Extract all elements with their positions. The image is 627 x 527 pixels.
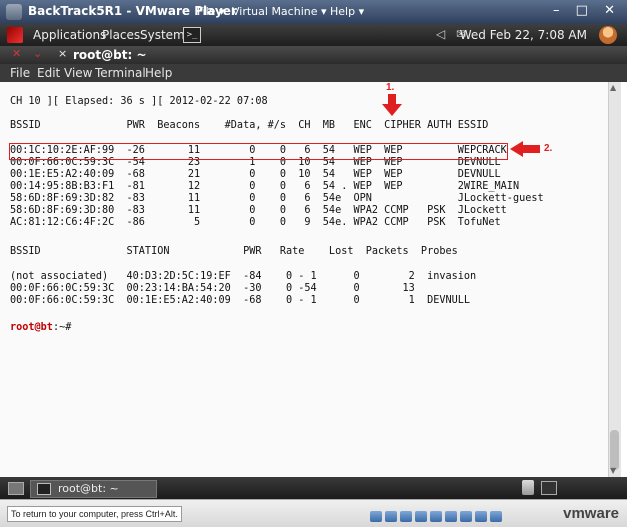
terminal-scrollbar[interactable]: ▲ ▼ <box>608 82 621 477</box>
usb-icon[interactable] <box>415 511 427 522</box>
annotation-arrow-down-icon <box>382 94 402 116</box>
vm-menu-help[interactable]: Help ▾ <box>330 5 364 18</box>
taskbar-terminal-label: root@bt: ~ <box>58 482 119 495</box>
scroll-down-icon[interactable]: ▼ <box>610 466 616 475</box>
release-hint: To return to your computer, press Ctrl+A… <box>7 506 182 522</box>
panel-menu-applications[interactable]: Applications <box>33 28 106 42</box>
message-icon[interactable] <box>490 511 502 522</box>
panel-clock[interactable]: Wed Feb 22, 7:08 AM <box>460 28 587 42</box>
annotation-label-1: 1. <box>386 82 395 93</box>
device-icons <box>370 507 505 522</box>
backtrack-logo-icon[interactable] <box>7 27 23 43</box>
terminal-title: root@bt: ~ <box>73 48 147 62</box>
terminal-line-status: CH 10 ][ Elapsed: 36 s ][ 2012-02-22 07:… <box>10 96 268 107</box>
prompt-user: root@bt <box>10 322 53 333</box>
ap-row: AC:81:12:C6:4F:2C -86 5 0 0 9 54e. WPA2 … <box>10 217 501 228</box>
prompt-path: :~# <box>52 322 72 333</box>
terminal-close-icon[interactable]: ✕ <box>12 47 21 60</box>
shell-prompt: root@bt:~# <box>10 322 71 334</box>
ap-row: 00:1E:E5:A2:40:09 -68 21 0 0 10 54 WEP W… <box>10 169 501 180</box>
vmware-statusbar: To return to your computer, press Ctrl+A… <box>0 499 627 527</box>
vmware-titlebar: BackTrack5R1 - VMware Player File ▾ Virt… <box>0 0 627 24</box>
terminal-menu-icon[interactable]: ⌄ <box>33 47 42 60</box>
ap-row: 00:14:95:8B:B3:F1 -81 12 0 0 6 54 . WEP … <box>10 181 520 192</box>
terminal-launcher-icon[interactable]: >_ <box>183 27 201 43</box>
terminal-menubar: File Edit View Terminal Help <box>0 64 627 82</box>
scroll-up-icon[interactable]: ▲ <box>610 83 616 92</box>
terminal-titlebar: ✕ ⌄ × root@bt: ~ <box>0 46 627 64</box>
network-icon[interactable] <box>400 511 412 522</box>
sound-icon[interactable] <box>430 511 442 522</box>
show-desktop-icon[interactable] <box>8 482 24 495</box>
terminal-menu-view[interactable]: View <box>64 66 92 80</box>
ap-table-header: BSSID PWR Beacons #Data, #/s CH MB ENC C… <box>10 120 489 131</box>
station-row: (not associated) 40:D3:2D:5C:19:EF -84 0… <box>10 271 477 282</box>
user-avatar-icon[interactable] <box>599 26 617 44</box>
terminal-menu-edit[interactable]: Edit <box>37 66 60 80</box>
usb-device-icon[interactable] <box>460 511 472 522</box>
panel-menu-system[interactable]: System <box>140 28 185 42</box>
annotation-label-2: 2. <box>544 143 553 154</box>
volume-icon[interactable]: ◁ <box>436 27 445 41</box>
ap-row: 58:6D:8F:69:3D:80 -83 11 0 0 6 54e WPA2 … <box>10 205 507 216</box>
ap-row: 58:6D:8F:69:3D:82 -83 11 0 0 6 54e OPN J… <box>10 193 544 204</box>
cd-icon[interactable] <box>385 511 397 522</box>
trash-icon[interactable] <box>522 480 534 495</box>
highlight-box-wepcrack <box>9 143 508 160</box>
terminal-menu-file[interactable]: File <box>10 66 30 80</box>
vm-menu-virtual-machine[interactable]: Virtual Machine ▾ <box>232 5 327 18</box>
terminal-task-icon <box>37 483 51 495</box>
station-table-header: BSSID STATION PWR Rate Lost Packets Prob… <box>10 246 458 257</box>
annotation-arrow-left-icon <box>510 141 540 157</box>
scrollbar-thumb[interactable] <box>610 430 619 470</box>
terminal-menu-terminal[interactable]: Terminal <box>95 66 146 80</box>
taskbar-terminal-button[interactable]: root@bt: ~ <box>30 480 157 498</box>
bluetooth-icon[interactable] <box>475 511 487 522</box>
gnome-bottom-panel: root@bt: ~ <box>0 477 627 499</box>
terminal-close-x-icon[interactable]: × <box>58 47 67 60</box>
workspace-switcher-icon[interactable] <box>541 481 557 495</box>
station-row: 00:0F:66:0C:59:3C 00:1E:E5:A2:40:09 -68 … <box>10 295 471 306</box>
printer-icon[interactable] <box>445 511 457 522</box>
terminal-menu-help[interactable]: Help <box>145 66 172 80</box>
vmware-app-icon <box>6 4 22 20</box>
gnome-top-panel: Applications Places System >_ ◁ ✉ Wed Fe… <box>0 24 627 46</box>
station-row: 00:0F:66:0C:59:3C 00:23:14:BA:54:20 -30 … <box>10 283 415 294</box>
hdd-icon[interactable] <box>370 511 382 522</box>
panel-menu-places[interactable]: Places <box>102 28 140 42</box>
window-controls[interactable]: – □ ✕ <box>553 3 621 18</box>
vm-menu-file[interactable]: File ▾ <box>197 5 224 18</box>
vmware-logo: vmware <box>563 505 619 522</box>
